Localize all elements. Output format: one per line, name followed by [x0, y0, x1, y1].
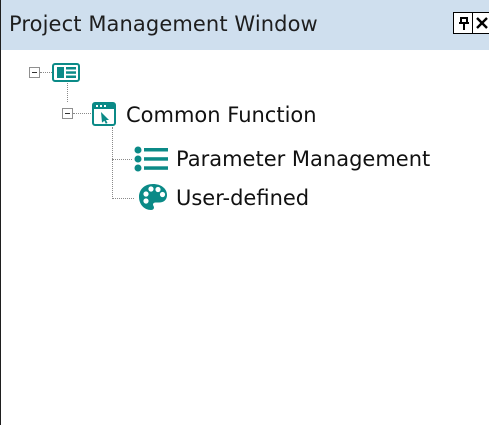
user-defined-label[interactable]: User-defined [176, 186, 309, 210]
parameter-management-label[interactable]: Parameter Management [176, 147, 430, 171]
parameter-management-icon-wrap[interactable] [134, 146, 170, 172]
pin-button[interactable] [453, 12, 473, 34]
window-title: Project Management Window [9, 12, 318, 36]
pin-icon [458, 17, 469, 30]
user-defined-icon-wrap[interactable] [138, 183, 168, 211]
close-button[interactable] [472, 12, 489, 34]
list-icon [134, 146, 168, 172]
window-cursor-icon [92, 102, 116, 126]
project-management-window: Project Management Window Common Functio… [0, 0, 489, 425]
root-collapse-toggle[interactable] [29, 67, 40, 78]
common-function-collapse-toggle[interactable] [62, 108, 73, 119]
common-function-label[interactable]: Common Function [126, 103, 317, 127]
close-icon [476, 17, 488, 29]
device-icon [52, 63, 80, 82]
window-titlebar[interactable]: Project Management Window [1, 0, 489, 50]
project-tree: Common Function Parameter Management Use… [1, 50, 489, 425]
palette-icon [139, 184, 167, 210]
root-node[interactable] [52, 63, 80, 82]
common-function-icon-wrap[interactable] [92, 102, 116, 126]
